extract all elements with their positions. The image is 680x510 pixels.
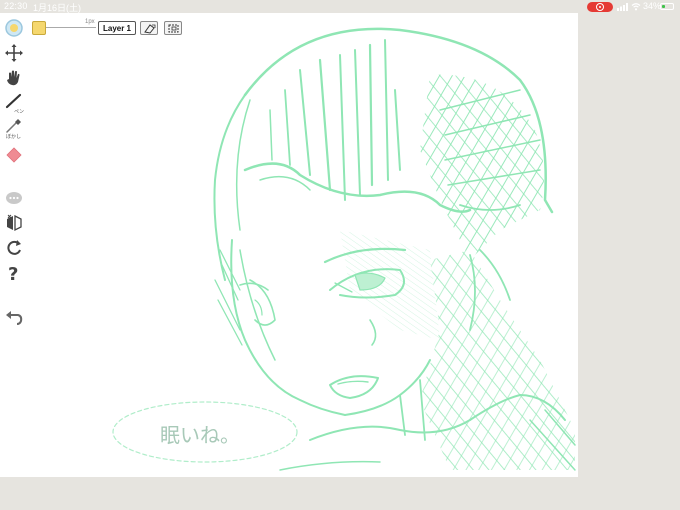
move-icon (5, 44, 23, 62)
sketch-artwork: 眠いね。 (112, 27, 576, 471)
battery-percent: 34% (643, 1, 662, 11)
brush-color-swatch[interactable] (32, 21, 46, 35)
blur-label: ぼかし (6, 134, 22, 140)
layer-button[interactable]: Layer 1 (98, 21, 136, 35)
pen-tool[interactable]: ペン (4, 93, 25, 115)
battery-icon (660, 3, 674, 10)
blur-icon (6, 119, 21, 133)
move-tool[interactable] (4, 43, 24, 63)
help-icon: ? (8, 264, 18, 283)
battery-level (662, 5, 666, 8)
crop-select-icon (168, 24, 179, 33)
status-time: 22:30 (4, 1, 28, 11)
chat-icon (6, 192, 22, 204)
color-wheel-icon (5, 19, 23, 37)
blur-tool[interactable]: ぼかし (4, 118, 24, 140)
chat-tool[interactable] (4, 188, 24, 208)
undo-icon (6, 311, 23, 325)
flip-icon (7, 214, 22, 232)
hand-tool[interactable] (4, 68, 24, 88)
wifi-icon (631, 3, 641, 11)
svg-text:?: ? (8, 264, 18, 283)
undo-tool[interactable] (4, 307, 24, 327)
drawing-canvas[interactable]: 眠いね。 (0, 13, 578, 477)
record-icon (596, 3, 604, 11)
eraser-icon (6, 147, 22, 163)
speech-text: 眠いね。 (160, 423, 240, 447)
crop-select-button[interactable] (164, 21, 182, 35)
pen-icon (5, 93, 22, 109)
status-bar: 22:30 1月16日(土) 34% (0, 0, 680, 13)
brush-size-slider[interactable] (46, 27, 96, 28)
eraser-transform-button[interactable] (140, 21, 158, 35)
eraser-transform-icon (144, 24, 156, 34)
eraser-tool[interactable] (4, 145, 24, 165)
brush-size-label: 1px (85, 19, 95, 25)
redo-tool[interactable] (4, 238, 24, 258)
help-tool[interactable]: ? (4, 263, 24, 283)
cellular-signal-icon (617, 3, 628, 11)
color-wheel-tool[interactable] (4, 18, 24, 38)
screen-recording-indicator[interactable] (587, 2, 613, 12)
redo-icon (7, 240, 21, 255)
pen-label: ペン (14, 109, 25, 115)
flip-tool[interactable] (4, 213, 24, 233)
hand-icon (7, 70, 20, 86)
